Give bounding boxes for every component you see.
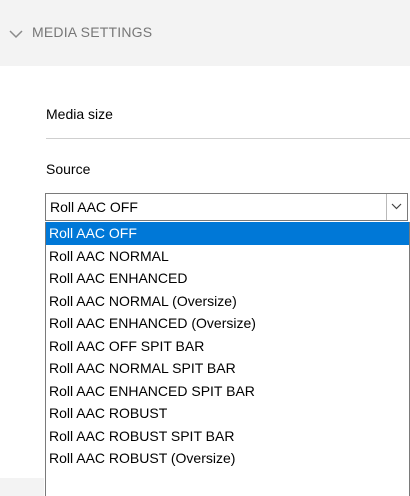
source-option[interactable]: Roll AAC OFF [46,222,409,245]
source-option[interactable]: Roll AAC ENHANCED (Oversize) [46,312,409,335]
source-options-list: Roll AAC OFF Roll AAC NORMAL Roll AAC EN… [45,222,410,496]
source-option[interactable]: Roll AAC ROBUST SPIT BAR [46,425,409,448]
source-option[interactable]: Roll AAC ROBUST (Oversize) [46,447,409,470]
source-option[interactable]: Roll AAC ROBUST [46,402,409,425]
next-section-header-stub [0,478,44,496]
chevron-down-icon [391,203,402,210]
media-size-label: Media size [46,106,113,122]
divider [46,138,410,139]
source-option[interactable]: Roll AAC NORMAL (Oversize) [46,290,409,313]
source-option[interactable]: Roll AAC OFF SPIT BAR [46,335,409,358]
source-option[interactable]: Roll AAC NORMAL SPIT BAR [46,357,409,380]
media-settings-header[interactable]: MEDIA SETTINGS [0,0,410,66]
source-dropdown-button[interactable] [386,194,407,220]
media-settings-panel: MEDIA SETTINGS Media size Source Roll AA… [0,0,410,496]
source-label: Source [46,161,91,177]
source-select[interactable]: Roll AAC OFF [45,193,408,221]
source-selected-value: Roll AAC OFF [50,199,138,215]
source-option[interactable]: Roll AAC ENHANCED [46,267,409,290]
source-option[interactable]: Roll AAC ENHANCED SPIT BAR [46,380,409,403]
section-title: MEDIA SETTINGS [32,24,153,40]
chevron-down-icon[interactable] [9,29,23,39]
source-option[interactable]: Roll AAC NORMAL [46,245,409,268]
